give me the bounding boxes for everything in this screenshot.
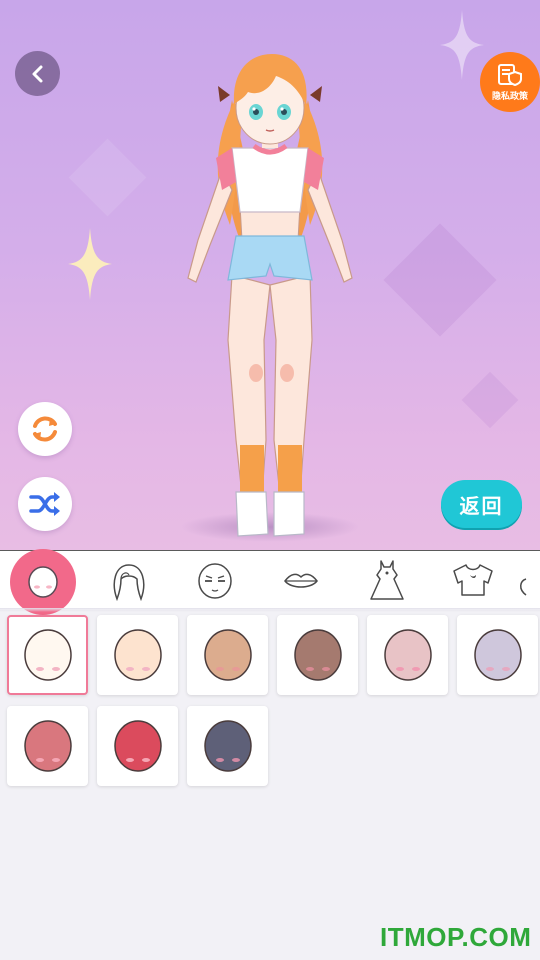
head-swatch — [203, 629, 252, 681]
watermark: ITMOP.COM — [380, 922, 532, 952]
reset-button[interactable] — [18, 402, 72, 456]
head-swatch — [383, 629, 432, 681]
chevron-left-icon — [32, 65, 42, 82]
face-icon — [28, 566, 58, 598]
back-button[interactable] — [15, 51, 60, 96]
tab-face[interactable] — [10, 549, 76, 615]
skin-tone-option[interactable] — [457, 615, 538, 695]
top-icon — [453, 564, 493, 596]
expression-icon — [198, 563, 232, 599]
privacy-shield-icon — [498, 63, 522, 86]
head-swatch — [23, 629, 72, 681]
refresh-icon — [33, 416, 57, 442]
sparkle-icon — [68, 228, 112, 300]
head-swatch — [23, 720, 72, 772]
skin-tone-option[interactable] — [187, 706, 268, 786]
background-diamond — [68, 138, 147, 217]
category-tab-bar — [0, 549, 540, 615]
skin-tone-option[interactable] — [187, 615, 268, 695]
skin-tone-option[interactable] — [7, 706, 88, 786]
tab-more[interactable] — [516, 551, 540, 611]
background-diamond — [461, 371, 519, 429]
head-swatch — [113, 629, 162, 681]
skin-tone-option[interactable] — [367, 615, 448, 695]
privacy-policy-label: 隐私政策 — [491, 91, 528, 102]
head-swatch — [203, 720, 252, 772]
tab-expression[interactable] — [172, 551, 258, 611]
character-stage: 隐私政策 返回 — [0, 0, 540, 550]
tab-lips[interactable] — [258, 551, 344, 611]
tab-top[interactable] — [430, 551, 516, 611]
head-swatch — [113, 720, 162, 772]
more-icon — [520, 578, 527, 596]
shuffle-icon — [29, 492, 60, 516]
hair-icon — [113, 564, 145, 602]
return-button[interactable]: 返回 — [441, 480, 522, 528]
sparkle-icon — [440, 10, 484, 80]
randomize-button[interactable] — [18, 477, 72, 531]
skin-tone-option[interactable] — [97, 615, 178, 695]
dress-icon — [370, 560, 404, 600]
privacy-policy-button[interactable]: 隐私政策 — [480, 52, 540, 112]
character-figure — [187, 54, 353, 537]
head-swatch — [293, 629, 342, 681]
background-diamond — [383, 223, 497, 337]
skin-tone-option[interactable] — [7, 615, 88, 695]
skin-tone-option[interactable] — [97, 706, 178, 786]
lips-icon — [284, 573, 318, 588]
head-swatch — [473, 629, 522, 681]
tab-bar-shadow — [0, 608, 540, 612]
tab-hair[interactable] — [86, 551, 172, 611]
tab-dress[interactable] — [344, 551, 430, 611]
skin-tone-option[interactable] — [277, 615, 358, 695]
